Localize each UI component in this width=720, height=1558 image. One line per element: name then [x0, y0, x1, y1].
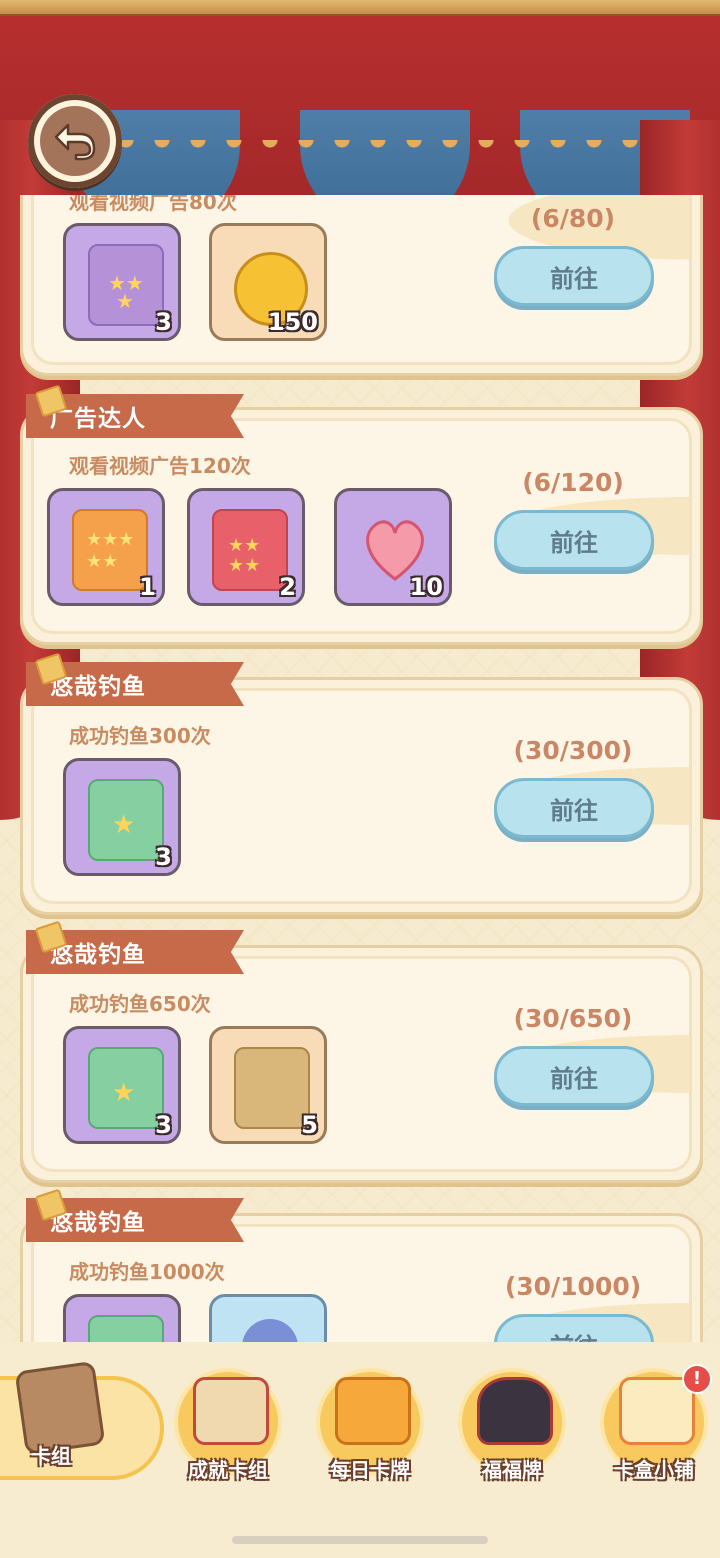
nav-label: 成就卡组: [188, 1458, 268, 1482]
nav-item-achievement-cards[interactable]: 成就卡组: [168, 1362, 288, 1482]
reward-count: 10: [409, 573, 443, 601]
nav-label: 卡盒小铺: [614, 1458, 694, 1482]
nav-label: 每日卡牌: [330, 1458, 410, 1482]
go-button[interactable]: 前往: [494, 246, 654, 306]
nav-item-daily-cards[interactable]: 每日卡牌: [310, 1362, 430, 1482]
reward-count: 1: [139, 573, 156, 601]
notification-badge: !: [682, 1364, 712, 1394]
one-star-green-card-pack-icon: [88, 1315, 164, 1342]
reward-slot[interactable]: [63, 1294, 181, 1342]
reward-count: 5: [301, 1111, 318, 1139]
achievement-task-list[interactable]: 观看视频广告80次 ★★ ★ 3 150 (6/80) 前往 观看视频广告120次…: [0, 195, 720, 1342]
go-button[interactable]: 前往: [494, 1314, 654, 1342]
reward-slot[interactable]: ★★ ★ 3: [63, 223, 181, 341]
task-description: 成功钓鱼650次: [69, 992, 211, 1016]
nav-item-card-deck[interactable]: 卡组: [0, 1360, 164, 1482]
task-description: 成功钓鱼1000次: [69, 1260, 225, 1284]
task-progress: (6/120): [522, 468, 624, 497]
three-star-card-pack-icon: ★★ ★: [88, 244, 164, 326]
task-card: 成功钓鱼300次 ★ 3 (30/300) 前往: [20, 677, 703, 915]
svg-text:★: ★: [112, 1078, 135, 1108]
go-button[interactable]: 前往: [494, 1046, 654, 1106]
svg-text:★★★: ★★★: [86, 529, 134, 550]
back-arrow-icon: [40, 106, 110, 176]
bottom-nav: 卡组 成就卡组 每日卡牌 福福牌 卡盒小铺 !: [0, 1342, 720, 1558]
svg-text:★★: ★★: [228, 555, 260, 576]
task-card: 观看视频广告80次 ★★ ★ 3 150 (6/80) 前往: [20, 195, 703, 376]
fish-bait-bag-icon: [234, 1047, 310, 1129]
magic-hat-bunny-icon: [477, 1377, 553, 1445]
task-progress: (30/1000): [504, 1272, 642, 1301]
reward-slot[interactable]: ★ 3: [63, 758, 181, 876]
gift-box-icon: [335, 1377, 411, 1445]
reward-slot[interactable]: 10: [334, 488, 452, 606]
nav-item-lucky-cards[interactable]: 福福牌: [452, 1362, 572, 1482]
reward-count: 3: [155, 843, 172, 871]
reward-slot[interactable]: [209, 1294, 327, 1342]
achievement-cards-icon: [193, 1377, 269, 1445]
back-button[interactable]: [28, 94, 122, 188]
curtain-rod: [0, 0, 720, 16]
task-progress: (30/650): [513, 1004, 633, 1033]
reward-count: 150: [267, 308, 318, 336]
nav-label: 福福牌: [482, 1458, 542, 1482]
go-button[interactable]: 前往: [494, 510, 654, 570]
one-star-green-card-pack-icon: ★: [88, 1047, 164, 1129]
blue-orb-icon: [242, 1319, 298, 1342]
task-progress: (30/300): [513, 736, 633, 765]
reward-count: 3: [155, 1111, 172, 1139]
svg-text:★: ★: [112, 810, 135, 840]
task-description: 观看视频广告80次: [69, 195, 237, 214]
task-description: 观看视频广告120次: [69, 454, 251, 478]
three-star-red-card-pack-icon: ★★ ★★: [212, 509, 288, 591]
four-star-card-pack-icon: ★★★ ★★: [72, 509, 148, 591]
one-star-green-card-pack-icon: ★: [88, 779, 164, 861]
nav-item-card-shop[interactable]: 卡盒小铺 !: [594, 1362, 714, 1482]
go-button[interactable]: 前往: [494, 778, 654, 838]
home-indicator[interactable]: [232, 1536, 488, 1544]
reward-count: 2: [279, 573, 296, 601]
svg-text:★★: ★★: [86, 551, 118, 572]
reward-slot[interactable]: 150: [209, 223, 327, 341]
task-description: 成功钓鱼300次: [69, 724, 211, 748]
nav-label: 卡组: [31, 1444, 71, 1468]
reward-slot[interactable]: ★★★ ★★ 1: [47, 488, 165, 606]
svg-text:★: ★: [116, 289, 134, 313]
task-card: 成功钓鱼650次 ★ 3 5 (30/650) 前往: [20, 945, 703, 1183]
task-progress: (6/80): [530, 204, 616, 233]
task-card: 观看视频广告120次 ★★★ ★★ 1 ★★ ★★ 2 10 (6/120) 前往: [20, 407, 703, 645]
reward-slot[interactable]: 5: [209, 1026, 327, 1144]
svg-text:★★: ★★: [228, 535, 260, 556]
reward-slot[interactable]: ★★ ★★ 2: [187, 488, 305, 606]
reward-count: 3: [155, 308, 172, 336]
reward-slot[interactable]: ★ 3: [63, 1026, 181, 1144]
